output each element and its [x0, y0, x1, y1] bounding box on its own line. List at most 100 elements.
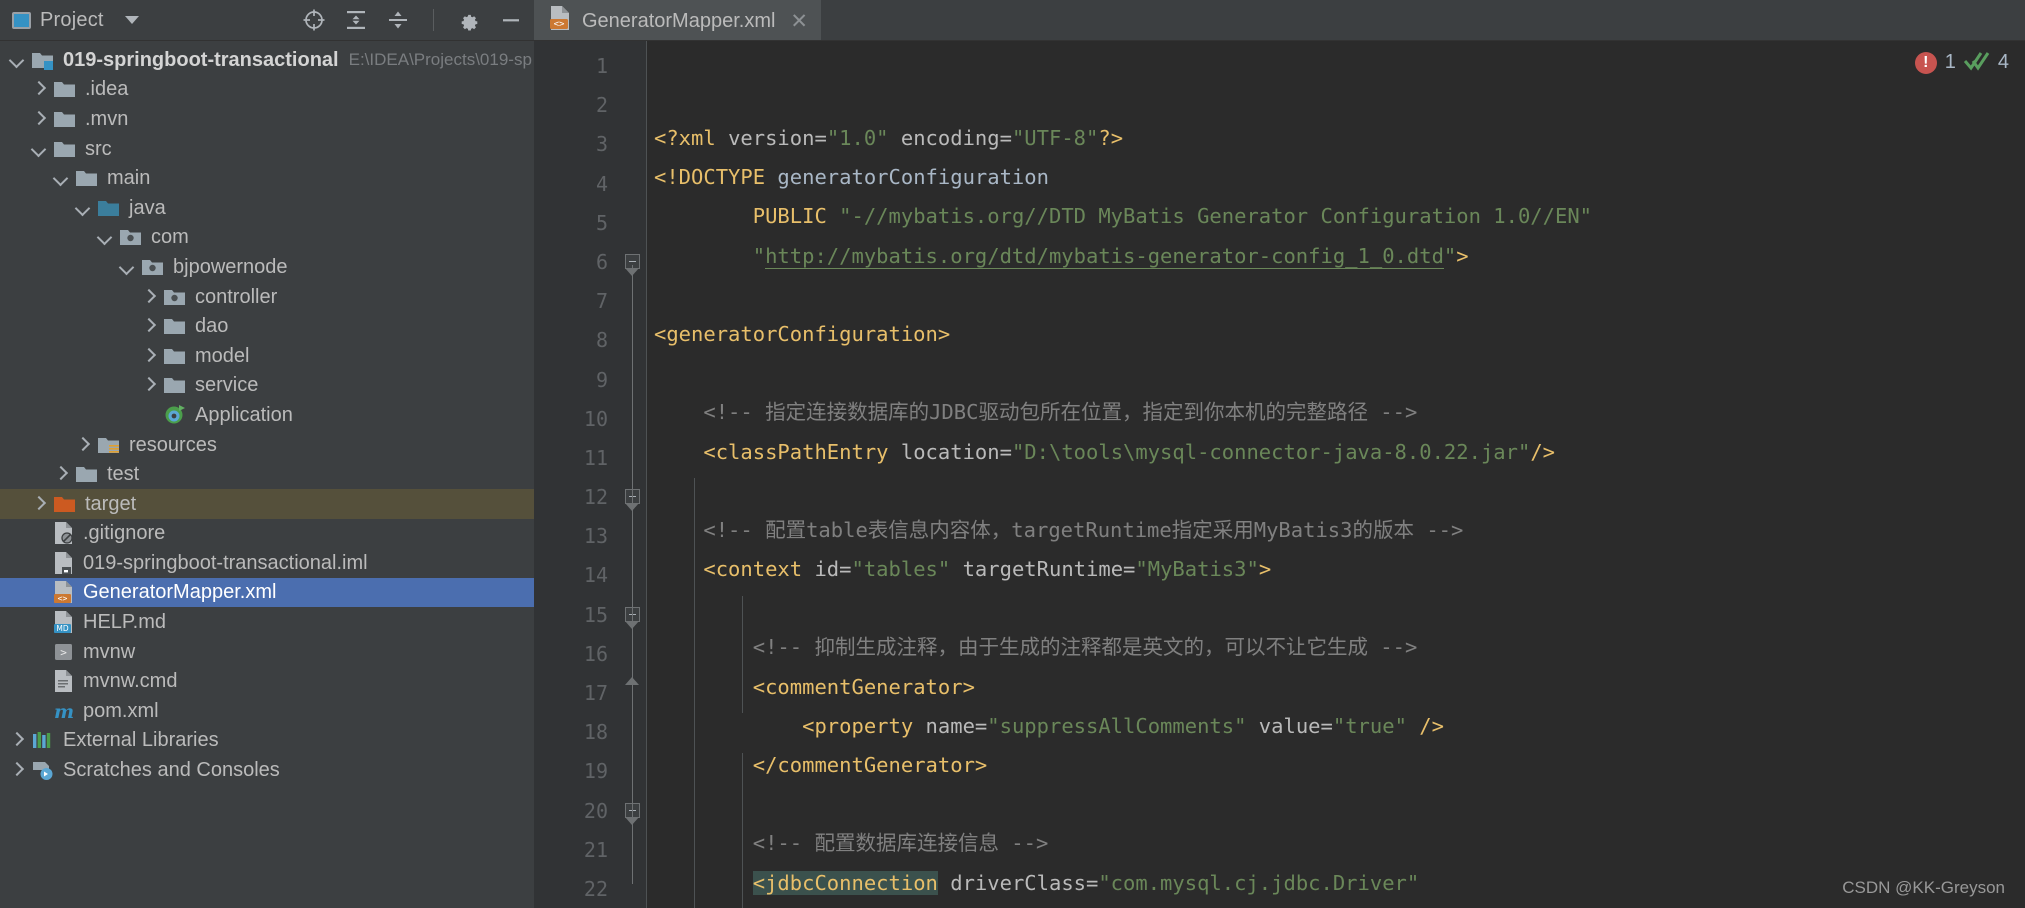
fold-slot: [620, 321, 646, 360]
tree-row-019-springboot-transactional-iml[interactable]: 019-springboot-transactional.iml: [0, 548, 534, 578]
code-line[interactable]: "http://mybatis.org/dtd/mybatis-generato…: [654, 237, 2025, 276]
tree-row-pom-xml[interactable]: m pom.xml: [0, 696, 534, 726]
chevron-right-icon[interactable]: [140, 376, 158, 394]
tree-row-test[interactable]: test: [0, 459, 534, 489]
indent-guide: [742, 595, 743, 714]
chevron-down-icon[interactable]: [30, 140, 48, 158]
code-editor[interactable]: 1 2 3 4 5 6 7 8 9 10 11 12 13 14 15 16 17 18 19 20 21 22 <?xm…: [534, 41, 2025, 908]
fold-slot: [620, 713, 646, 752]
tree-row-target[interactable]: target: [0, 488, 534, 519]
tree-row-idea[interactable]: .idea: [0, 75, 534, 105]
tree-row-application[interactable]: Application: [0, 400, 534, 430]
gitignore-file-icon: [53, 521, 75, 545]
scratches-icon: [31, 759, 55, 781]
code-folding-gutter[interactable]: [620, 41, 646, 908]
code-content[interactable]: <?xml version="1.0" encoding="UTF-8"?> <!…: [646, 41, 2025, 908]
project-tree[interactable]: 019-springboot-transactional E:\IDEA\Proj…: [0, 41, 534, 908]
folder-icon: [75, 463, 99, 485]
chevron-right-icon[interactable]: [30, 110, 48, 128]
expand-all-icon[interactable]: [343, 7, 369, 33]
code-line[interactable]: <commentGenerator>: [654, 668, 2025, 707]
tree-row-mvnw[interactable]: > mvnw: [0, 637, 534, 667]
code-token-tag: <generatorConfiguration>: [654, 321, 951, 346]
tree-row-mvnw-cmd[interactable]: mvnw.cmd: [0, 666, 534, 696]
code-token-val: ": [752, 243, 766, 268]
tree-row-model[interactable]: model: [0, 341, 534, 371]
chevron-down-icon[interactable]: [8, 51, 26, 69]
code-token-cmt: <!-- 配置table表信息内容体，targetRuntime指定采用MyBa…: [703, 517, 1464, 542]
code-token-link: http://mybatis.org/dtd/mybatis-generator…: [765, 243, 1444, 269]
code-line[interactable]: <property name="suppressAllComments" val…: [654, 707, 2025, 746]
code-token-tag: <context: [703, 557, 803, 582]
chevron-right-icon[interactable]: [74, 436, 92, 454]
tree-row-main[interactable]: main: [0, 163, 534, 193]
chevron-down-icon[interactable]: [118, 258, 136, 276]
minimize-icon[interactable]: [498, 7, 524, 33]
tree-row-help-md[interactable]: MD HELP.md: [0, 607, 534, 637]
chevron-right-icon[interactable]: [140, 317, 158, 335]
code-line[interactable]: <!DOCTYPE generatorConfiguration: [654, 158, 2025, 197]
code-line[interactable]: <generatorConfiguration>: [654, 315, 2025, 354]
chevron-right-icon[interactable]: [8, 731, 26, 749]
inspection-widget[interactable]: ! 1 4: [1914, 49, 2009, 76]
tree-row-src[interactable]: src: [0, 134, 534, 164]
tree-row-mvn[interactable]: .mvn: [0, 104, 534, 134]
code-line[interactable]: PUBLIC "-//mybatis.org//DTD MyBatis Gene…: [654, 197, 2025, 236]
tree-row-external-libraries[interactable]: External Libraries: [0, 726, 534, 756]
chevron-right-icon[interactable]: [52, 465, 70, 483]
code-line[interactable]: connectionURL="jdbc:mysql://localhost:33…: [654, 903, 2025, 908]
line-number: 4: [595, 171, 608, 196]
chevron-right-icon[interactable]: [30, 495, 48, 513]
code-line[interactable]: <context id="tables" targetRuntime="MyBa…: [654, 550, 2025, 589]
close-icon[interactable]: ✕: [790, 11, 808, 32]
code-line[interactable]: <!-- 抑制生成注释，由于生成的注释都是英文的，可以不让它生成 -->: [654, 628, 2025, 667]
code-line[interactable]: </commentGenerator>: [654, 746, 2025, 785]
tree-row-scratches-and-consoles[interactable]: Scratches and Consoles: [0, 755, 534, 785]
tree-row-controller[interactable]: controller: [0, 282, 534, 312]
collapse-all-icon[interactable]: [385, 7, 411, 33]
tree-row-java[interactable]: java: [0, 193, 534, 223]
locate-target-icon[interactable]: [301, 7, 327, 33]
chevron-down-icon[interactable]: [52, 169, 70, 187]
tree-row-generatormapper-xml[interactable]: <> GeneratorMapper.xml: [0, 577, 534, 608]
tree-row-label: External Libraries: [63, 729, 219, 752]
chevron-right-icon[interactable]: [140, 347, 158, 365]
code-line[interactable]: <?xml version="1.0" encoding="UTF-8"?>: [654, 119, 2025, 158]
fold-slot: [620, 400, 646, 439]
code-line[interactable]: [654, 589, 2025, 628]
code-token-tag: <property: [802, 713, 914, 738]
tree-row-dao[interactable]: dao: [0, 311, 534, 341]
tree-row-019-springboot-transactional[interactable]: 019-springboot-transactional E:\IDEA\Proj…: [0, 45, 534, 75]
chevron-down-icon[interactable]: [74, 199, 92, 217]
line-number: 14: [583, 563, 608, 588]
code-line[interactable]: <!-- 指定连接数据库的JDBC驱动包所在位置，指定到你本机的完整路径 -->: [654, 393, 2025, 432]
code-line[interactable]: <!-- 配置数据库连接信息 -->: [654, 824, 2025, 863]
project-panel-header: Project: [0, 0, 534, 41]
code-line[interactable]: <!-- 配置table表信息内容体，targetRuntime指定采用MyBa…: [654, 511, 2025, 550]
tree-row-com[interactable]: com: [0, 223, 534, 253]
chevron-right-icon[interactable]: [8, 761, 26, 779]
code-line[interactable]: <classPathEntry location="D:\tools\mysql…: [654, 433, 2025, 472]
code-line[interactable]: [654, 276, 2025, 315]
chevron-right-icon[interactable]: [30, 80, 48, 98]
tree-row-bjpowernode[interactable]: bjpowernode: [0, 252, 534, 282]
editor-tab-generatormapper[interactable]: <> GeneratorMapper.xml ✕: [534, 0, 822, 40]
tree-row-service[interactable]: service: [0, 371, 534, 401]
gear-icon[interactable]: [456, 7, 482, 33]
code-line[interactable]: [654, 472, 2025, 511]
code-line[interactable]: [654, 354, 2025, 393]
code-line[interactable]: [654, 785, 2025, 824]
chevron-right-icon[interactable]: [140, 288, 158, 306]
code-line[interactable]: <jdbcConnection driverClass="com.mysql.c…: [654, 864, 2025, 903]
chevron-down-icon[interactable]: [96, 228, 114, 246]
project-panel-title-group[interactable]: Project: [12, 9, 139, 32]
tree-row-gitignore[interactable]: .gitignore: [0, 519, 534, 549]
editor-vertical-scrollbar[interactable]: [2011, 82, 2025, 908]
code-token-val: "MyBatis3": [1135, 557, 1259, 582]
tree-row-resources[interactable]: resources: [0, 430, 534, 460]
chevron-down-icon[interactable]: [124, 16, 139, 24]
